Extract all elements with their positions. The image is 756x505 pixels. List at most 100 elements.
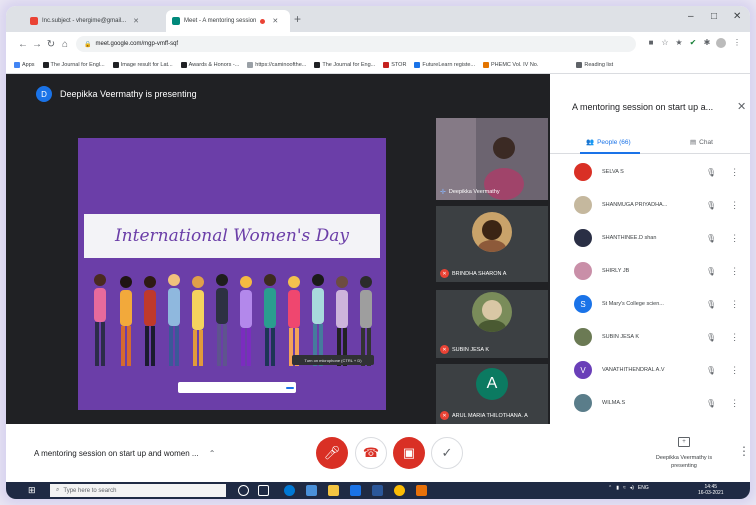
close-icon[interactable]: ✕ — [133, 17, 139, 25]
check-icon: ✓ — [441, 445, 453, 460]
mail-icon[interactable] — [350, 485, 361, 496]
extension-icon[interactable]: ★ — [674, 38, 684, 48]
puzzle-icon[interactable]: ✱ — [702, 38, 712, 48]
presentation-slide: International Women's Day — [78, 138, 386, 410]
back-icon[interactable]: ← — [16, 39, 30, 50]
check-button[interactable]: ✓ — [431, 437, 463, 469]
mic-off-icon[interactable]: 🎙︎ — [706, 300, 716, 309]
participant-row[interactable]: SHIRLY JB 🎙︎ ⋮ — [574, 259, 744, 283]
clock-date: 16-03-2021 — [698, 490, 724, 496]
more-options-icon[interactable]: ⋮ — [730, 233, 739, 244]
profile-icon[interactable] — [716, 38, 726, 48]
participant-row[interactable]: SELVA S 🎙︎ ⋮ — [574, 160, 744, 184]
system-tray[interactable]: ⌃ ▮ ≈ ◂) ENG — [608, 485, 649, 491]
more-options-icon[interactable]: ⋮ — [730, 365, 739, 376]
illustration-figures — [94, 274, 372, 366]
close-window-icon[interactable]: ✕ — [733, 11, 741, 22]
task-view-icon[interactable] — [258, 485, 269, 496]
chrome-icon[interactable] — [394, 485, 405, 496]
participant-row[interactable]: SHANTHINEE.D shan 🎙︎ ⋮ — [574, 226, 744, 250]
mic-off-icon[interactable]: 🎙︎ — [706, 234, 716, 243]
tab-chat[interactable]: ▤ Chat — [690, 138, 713, 147]
meeting-title[interactable]: A mentoring session on start up and wome… — [34, 449, 215, 458]
more-options-icon[interactable]: ⋮ — [730, 332, 739, 343]
participant-row[interactable]: WILMA.S 🎙︎ ⋮ — [574, 391, 744, 415]
more-options-icon[interactable]: ⋮ — [730, 200, 739, 211]
bookmark[interactable]: PHEMC Vol. IV No. — [483, 61, 539, 68]
more-options-icon[interactable]: ⋮ — [730, 398, 739, 409]
clock[interactable]: 14:45 16-03-2021 — [698, 484, 724, 496]
bookmark[interactable]: FutureLearn registe... — [414, 61, 475, 68]
bookmark[interactable]: Apps — [14, 61, 35, 68]
more-options-icon[interactable]: ⋮ — [738, 444, 750, 458]
new-tab-icon[interactable]: + — [294, 12, 301, 26]
microphone-button[interactable]: 🎤︎ — [316, 437, 348, 469]
tab-meet[interactable]: Meet - A mentoring session ✕ — [166, 10, 290, 32]
camera-icon[interactable]: ■ — [646, 38, 656, 48]
bookmark[interactable]: The Journal for Eng... — [314, 61, 375, 68]
edge-icon[interactable] — [284, 485, 295, 496]
word-icon[interactable] — [372, 485, 383, 496]
participant-row[interactable]: V VANATHITHENDRAL A.V 🎙︎ ⋮ — [574, 358, 744, 382]
globe-icon — [314, 61, 321, 68]
windows-start-icon[interactable]: ⊞ — [28, 485, 38, 495]
taskbar-search[interactable]: ⌕ Type here to search — [50, 484, 226, 497]
camera-button[interactable]: ▣ — [393, 437, 425, 469]
participant-avatar — [574, 196, 592, 214]
present-icon[interactable]: + — [678, 437, 690, 447]
mic-off-icon[interactable]: 🎙︎ — [706, 168, 716, 177]
mic-off-icon[interactable]: 🎙︎ — [706, 333, 716, 342]
phone-icon: ☎ — [362, 445, 380, 460]
star-icon[interactable]: ☆ — [660, 38, 670, 48]
bookmark[interactable]: Image result for Lat... — [112, 61, 173, 68]
tab-gmail[interactable]: Inc.subject - vhergime@gmail... ✕ — [24, 10, 164, 32]
cortana-icon[interactable] — [238, 485, 249, 496]
bookmark-label: Reading list — [584, 61, 614, 68]
minimize-icon[interactable]: – — [688, 11, 694, 22]
participant-tile[interactable]: A ✕ ARUL MARIA THILOTHANA. A — [436, 364, 548, 424]
hang-up-button[interactable]: ☎ — [355, 437, 387, 469]
mic-off-icon[interactable]: 🎙︎ — [706, 399, 716, 408]
more-options-icon[interactable]: ⋮ — [730, 299, 739, 310]
more-options-icon[interactable]: ⋮ — [730, 266, 739, 277]
chevron-up-icon: ⌃ — [208, 449, 216, 458]
reading-list[interactable]: Reading list — [576, 61, 614, 68]
bookmark[interactable]: Awards & Honors -... — [180, 61, 239, 68]
meeting-title-text: A mentoring session on start up and wome… — [34, 449, 199, 458]
home-icon[interactable]: ⌂ — [58, 39, 72, 50]
participant-row[interactable]: SHANMUGA PRIYADHA... 🎙︎ ⋮ — [574, 193, 744, 217]
meeting-stage: D Deepikka Veermathy is presenting Inter… — [6, 74, 550, 424]
participant-tile-self[interactable]: ✛ Deepikka Veermathy — [436, 118, 548, 200]
forward-icon[interactable]: → — [30, 39, 44, 50]
participant-row[interactable]: S St Mary's College scien... 🎙︎ ⋮ — [574, 292, 744, 316]
close-icon[interactable]: ✕ — [272, 17, 278, 25]
presenting-header: D Deepikka Veermathy is presenting — [6, 74, 550, 114]
bookmark-label: Image result for Lat... — [120, 61, 173, 68]
page-icon — [247, 61, 254, 68]
close-icon[interactable]: ✕ — [737, 100, 746, 113]
store-icon[interactable] — [328, 485, 339, 496]
participant-row[interactable]: SUBIN JESA K 🎙︎ ⋮ — [574, 325, 744, 349]
bookmark-label: STOR — [391, 61, 407, 68]
maximize-icon[interactable]: □ — [711, 11, 717, 22]
more-options-icon[interactable]: ⋮ — [730, 167, 739, 178]
vlc-icon[interactable] — [416, 485, 427, 496]
bookmark[interactable]: STOR — [383, 61, 407, 68]
bookmark[interactable]: The Journal for Engl... — [42, 61, 105, 68]
participant-tile[interactable]: ✕ SUBIN JESA K — [436, 290, 548, 358]
menu-icon[interactable]: ⋮ — [732, 38, 742, 48]
mic-off-icon[interactable]: 🎙︎ — [706, 267, 716, 276]
url-field[interactable]: 🔒 meet.google.com/mgp-vmff-sqf — [76, 36, 636, 52]
bookmark-label: https://caminoofthe... — [255, 61, 307, 68]
bookmark-label: PHEMC Vol. IV No. — [491, 61, 539, 68]
language-indicator: ENG — [637, 485, 649, 491]
mic-off-icon[interactable]: 🎙︎ — [706, 366, 716, 375]
people-icon: 👥 — [586, 139, 595, 146]
participant-tile[interactable]: ✕ BRINDHA SHARON A — [436, 206, 548, 282]
tab-people[interactable]: 👥 People (66) — [586, 138, 631, 147]
reload-icon[interactable]: ↻ — [44, 39, 58, 50]
mic-off-icon[interactable]: 🎙︎ — [706, 201, 716, 210]
check-extension-icon[interactable]: ✔ — [688, 38, 698, 48]
bookmark[interactable]: https://caminoofthe... — [247, 61, 307, 68]
file-explorer-icon[interactable] — [306, 485, 317, 496]
